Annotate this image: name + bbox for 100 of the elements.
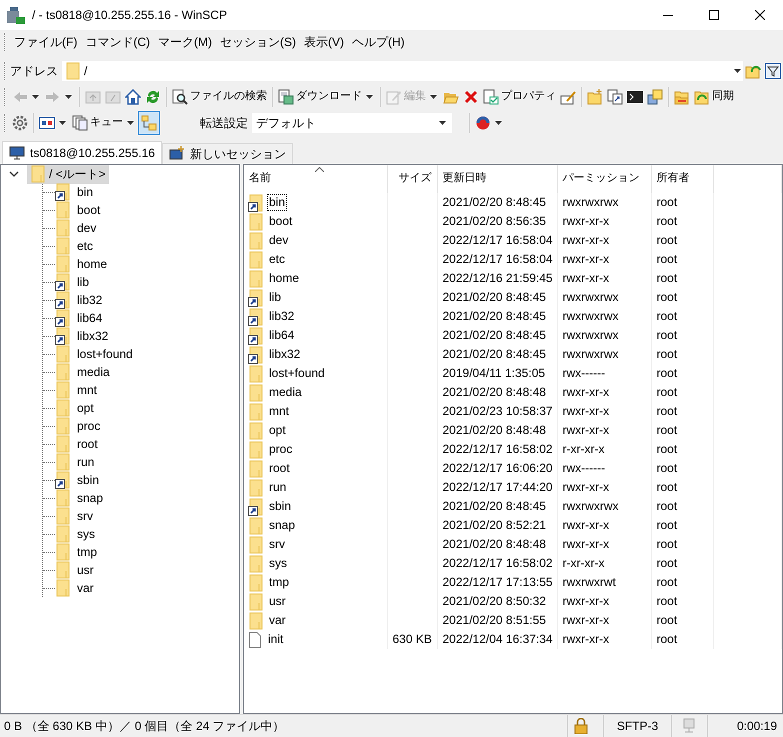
tree-item[interactable]: tmp xyxy=(74,544,100,560)
file-name[interactable]: libx32 xyxy=(267,346,302,363)
file-name[interactable]: sbin xyxy=(267,498,294,515)
column-header[interactable]: パーミッション xyxy=(557,165,651,193)
tree-item[interactable]: / <ルート> xyxy=(27,165,109,184)
owner: root xyxy=(656,423,678,438)
menu-item[interactable]: セッション(S) xyxy=(216,32,300,52)
tree-item[interactable]: libx32 xyxy=(74,328,112,344)
file-name[interactable]: tmp xyxy=(267,574,292,591)
file-name[interactable]: usr xyxy=(267,593,288,610)
tree-item[interactable]: usr xyxy=(74,562,97,578)
tree-item[interactable]: sbin xyxy=(74,472,102,488)
download-icon xyxy=(278,89,294,105)
file-name[interactable]: lost+found xyxy=(267,365,327,382)
caret-icon xyxy=(65,95,72,99)
permissions: rwxr-xr-x xyxy=(562,214,610,228)
owner: root xyxy=(656,537,678,552)
owner: root xyxy=(656,195,678,210)
permissions: rwxrwxrwx xyxy=(562,309,618,324)
refresh-icon xyxy=(145,89,161,105)
file-name[interactable]: bin xyxy=(267,194,288,211)
menu-item[interactable]: ファイル(F) xyxy=(10,32,82,52)
tree-item[interactable]: mnt xyxy=(74,382,100,398)
tree-item[interactable]: lib64 xyxy=(74,310,106,326)
window-title: / - ts0818@10.255.255.16 - WinSCP xyxy=(32,8,227,22)
queue-button[interactable]: キュー xyxy=(70,111,138,135)
synchronize-button[interactable]: 同期 xyxy=(692,85,736,109)
tree-item[interactable]: snap xyxy=(74,490,106,506)
column-header[interactable]: 更新日時 xyxy=(437,165,557,193)
owner: root xyxy=(656,613,678,628)
tree-item[interactable]: dev xyxy=(74,220,100,236)
file-name[interactable]: run xyxy=(267,479,288,496)
modified-date: 2021/02/20 8:48:45 xyxy=(442,347,546,362)
column-header[interactable]: 所有者 xyxy=(651,165,713,193)
file-name[interactable]: init xyxy=(266,631,286,648)
elapsed-time: 0:00:19 xyxy=(736,718,777,734)
file-name[interactable]: proc xyxy=(267,441,294,458)
tree-item[interactable]: run xyxy=(74,454,98,470)
file-name[interactable]: srv xyxy=(267,536,287,553)
file-name[interactable]: sys xyxy=(267,555,289,572)
tree-item[interactable]: media xyxy=(74,364,113,380)
caret-icon xyxy=(439,121,446,125)
tree-item[interactable]: boot xyxy=(74,202,104,218)
modified-date: 2021/02/20 8:56:35 xyxy=(442,214,546,228)
file-name[interactable]: dev xyxy=(267,232,290,249)
status-summary: 0 B （全 630 KB 中）／ 0 個目（全 24 ファイル中） xyxy=(3,718,286,734)
permissions: r-xr-xr-x xyxy=(562,442,604,456)
find-files-button[interactable]: ファイルの検索 xyxy=(170,85,269,109)
owner: root xyxy=(656,328,678,342)
permissions: rwxr-xr-x xyxy=(562,518,610,532)
tree-toggle-button[interactable] xyxy=(138,111,160,135)
tree-item[interactable]: proc xyxy=(74,418,104,434)
permissions: rwx------ xyxy=(562,366,606,380)
permissions: rwxr-xr-x xyxy=(562,423,610,438)
file-name[interactable]: lib xyxy=(267,289,284,306)
monitor-icon xyxy=(9,145,25,161)
file-name[interactable]: home xyxy=(267,270,302,287)
computer-icon xyxy=(682,718,698,734)
menu-item[interactable]: 表示(V) xyxy=(300,32,348,52)
tree-item[interactable]: sys xyxy=(74,526,98,542)
search-icon xyxy=(172,89,188,105)
properties-button[interactable]: プロパティ xyxy=(481,85,558,109)
tree-item[interactable]: root xyxy=(74,436,101,452)
column-header[interactable]: サイズ xyxy=(387,165,437,193)
download-button[interactable]: ダウンロード xyxy=(276,85,377,109)
caret-icon xyxy=(734,69,741,73)
modified-date: 2022/12/17 16:06:20 xyxy=(442,461,553,476)
tree-item[interactable]: opt xyxy=(74,400,97,416)
file-name[interactable]: etc xyxy=(267,251,288,268)
caret-icon xyxy=(59,121,66,125)
tree-item[interactable]: bin xyxy=(74,184,96,200)
menu-item[interactable]: コマンド(C) xyxy=(81,32,154,52)
tree-item[interactable]: lib xyxy=(74,274,92,290)
file-name[interactable]: boot xyxy=(267,213,294,230)
file-name[interactable]: opt xyxy=(267,422,288,439)
session-tab[interactable]: ts0818@10.255.255.16 xyxy=(2,141,162,164)
column-header[interactable]: 名前 xyxy=(244,165,387,193)
permissions: rwxrwxrwx xyxy=(562,328,618,342)
file-name[interactable]: lib32 xyxy=(267,308,296,325)
menu-item[interactable]: マーク(M) xyxy=(154,32,216,52)
owner: root xyxy=(656,233,678,248)
address-field[interactable]: / xyxy=(62,61,743,81)
session-tab[interactable]: 新しいセッション xyxy=(162,143,293,164)
tree-item[interactable]: home xyxy=(74,256,110,272)
file-name[interactable]: var xyxy=(267,612,288,629)
tree-item[interactable]: etc xyxy=(74,238,96,254)
tree-item[interactable]: srv xyxy=(74,508,96,524)
tree-item[interactable]: var xyxy=(74,580,97,596)
tree-item[interactable]: lost+found xyxy=(74,346,136,362)
file-name[interactable]: snap xyxy=(267,517,298,534)
transfer-settings-dropdown[interactable]: デフォルト xyxy=(252,113,452,133)
transfer-settings-label: 転送設定 xyxy=(200,116,248,130)
tree-item[interactable]: lib32 xyxy=(74,292,106,308)
file-name[interactable]: media xyxy=(267,384,304,401)
parent-folder-icon xyxy=(85,89,101,105)
file-name[interactable]: root xyxy=(267,460,292,477)
file-name[interactable]: lib64 xyxy=(267,327,296,344)
file-name[interactable]: mnt xyxy=(267,403,292,420)
address-label: アドレス xyxy=(10,64,58,78)
menu-item[interactable]: ヘルプ(H) xyxy=(348,32,409,52)
